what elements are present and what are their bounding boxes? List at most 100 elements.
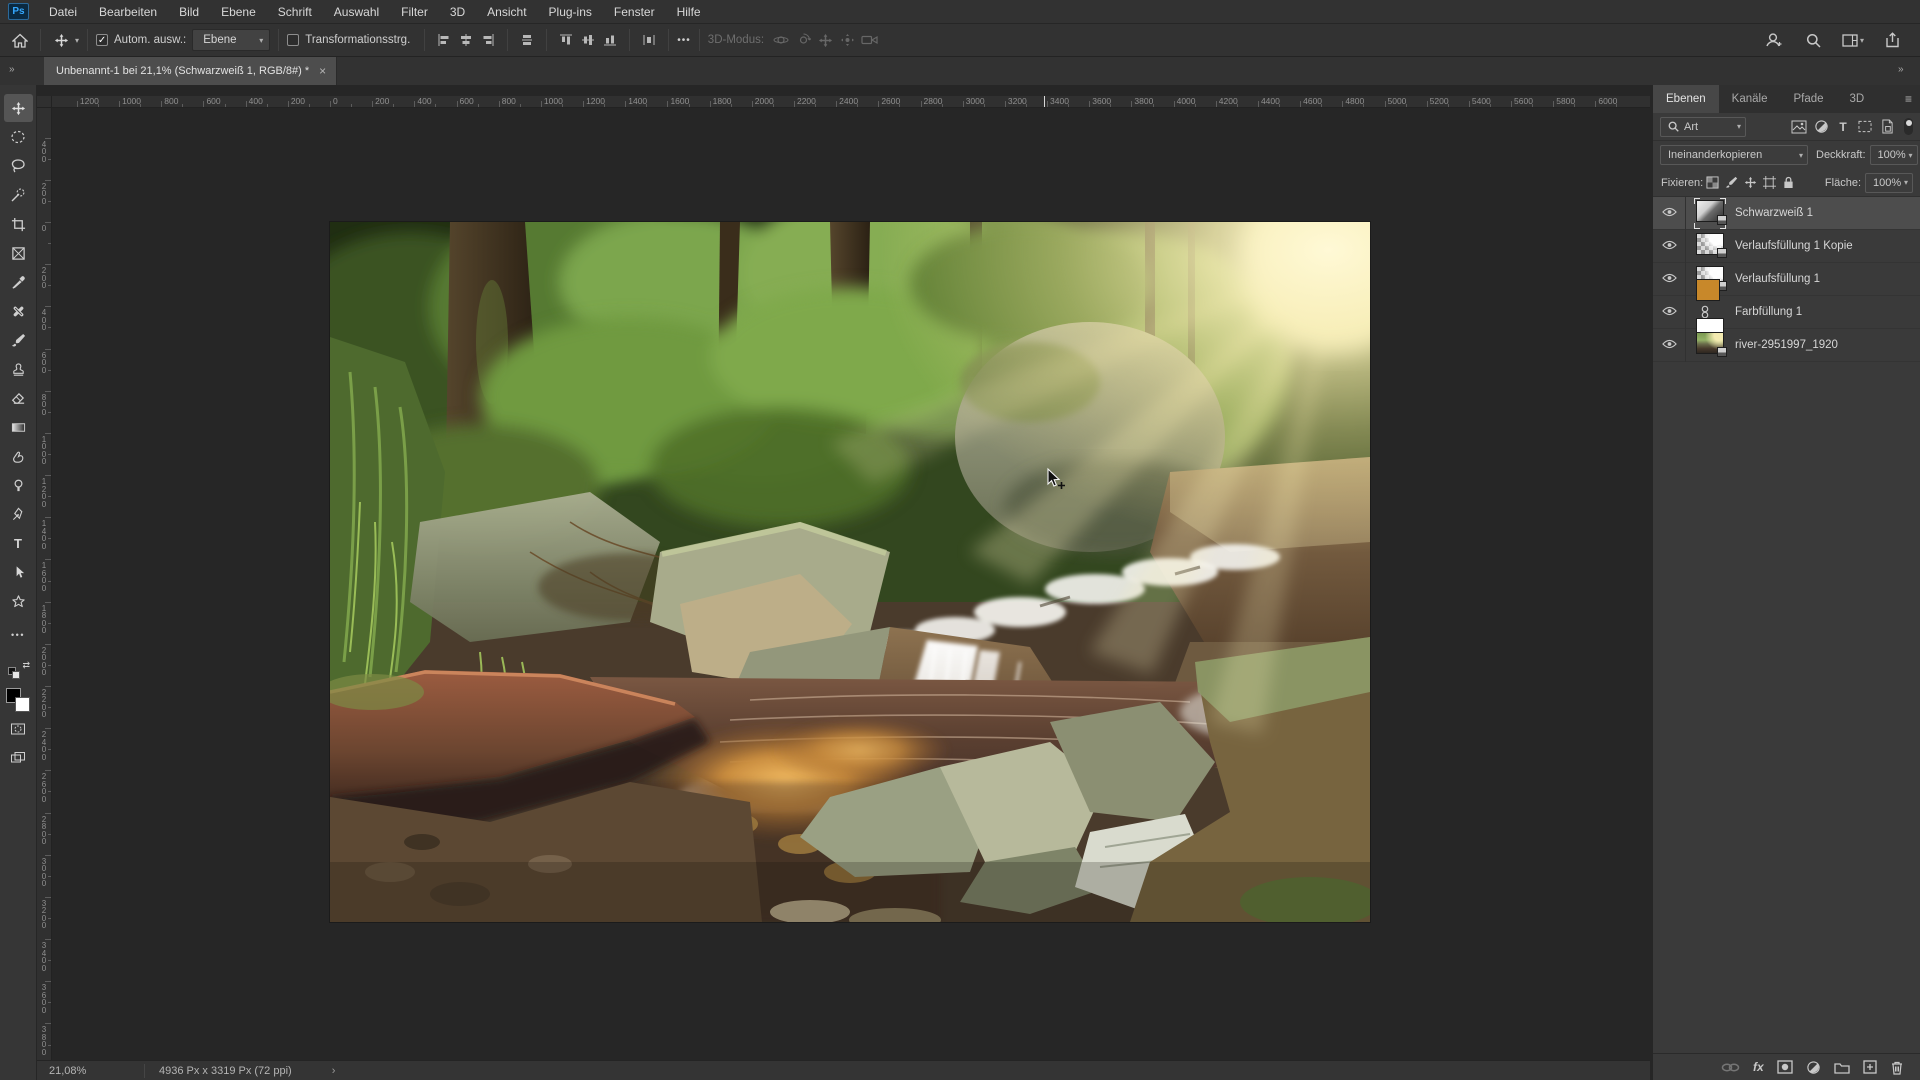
- layer-row-4[interactable]: Farbfüllung 1: [1653, 279, 1920, 340]
- lock-transparent-pixels-icon[interactable]: [1703, 176, 1722, 189]
- color-fill-thumbnail[interactable]: [1696, 279, 1720, 301]
- lasso-tool[interactable]: [4, 152, 33, 180]
- menu-item-auswahl[interactable]: Auswahl: [323, 0, 390, 24]
- align-top-icon[interactable]: [555, 29, 577, 51]
- lock-image-pixels-icon[interactable]: [1722, 176, 1741, 189]
- align-bottom-icon[interactable]: [599, 29, 621, 51]
- menu-item-ansicht[interactable]: Ansicht: [476, 0, 537, 24]
- more-tools[interactable]: •••: [4, 621, 33, 649]
- menu-item-bearbeiten[interactable]: Bearbeiten: [88, 0, 168, 24]
- layer-row-2[interactable]: Verlaufsfüllung 1 Kopie: [1653, 229, 1920, 263]
- menu-item-filter[interactable]: Filter: [390, 0, 439, 24]
- lock-artboard-icon[interactable]: [1760, 176, 1779, 189]
- share-export-icon[interactable]: [1880, 28, 1904, 52]
- layer-row-1[interactable]: Schwarzweiß 1: [1653, 196, 1920, 230]
- menu-item-hilfe[interactable]: Hilfe: [666, 0, 712, 24]
- new-adjustment-layer-icon[interactable]: [1806, 1060, 1821, 1075]
- layer-thumbnail[interactable]: [1694, 330, 1727, 361]
- layer-thumbnail[interactable]: [1694, 197, 1727, 229]
- filter-smart-objects-icon[interactable]: [1876, 119, 1898, 134]
- document-canvas[interactable]: [330, 222, 1370, 922]
- menu-item-ebene[interactable]: Ebene: [210, 0, 267, 24]
- foreground-background-color[interactable]: [4, 686, 33, 714]
- search-icon[interactable]: [1802, 28, 1826, 52]
- clone-stamp-tool[interactable]: [4, 355, 33, 383]
- menu-item-3d[interactable]: 3D: [439, 0, 476, 24]
- chevron-down-icon[interactable]: ▾: [75, 36, 79, 45]
- move-tool[interactable]: [3, 94, 33, 122]
- align-left-icon[interactable]: [433, 29, 455, 51]
- photoshop-logo[interactable]: Ps: [8, 3, 29, 20]
- panel-tab-ebenen[interactable]: Ebenen: [1653, 85, 1719, 113]
- right-dock-collapse-icon[interactable]: »: [1898, 64, 1903, 75]
- menu-item-plug-ins[interactable]: Plug-ins: [538, 0, 603, 24]
- link-layers-icon[interactable]: [1721, 1062, 1740, 1073]
- screen-mode[interactable]: [4, 744, 33, 772]
- layer-thumbnail[interactable]: [1694, 231, 1727, 262]
- filter-toggle[interactable]: [1904, 118, 1913, 135]
- delete-layer-icon[interactable]: [1890, 1060, 1904, 1075]
- pen-tool[interactable]: [4, 500, 33, 528]
- auto-select-checkbox[interactable]: ✓: [96, 34, 109, 46]
- filter-adjustment-layers-icon[interactable]: [1810, 119, 1832, 134]
- gradient-tool[interactable]: [4, 413, 33, 441]
- layer-visibility-toggle[interactable]: [1661, 237, 1677, 255]
- layer-style-icon[interactable]: fx: [1753, 1060, 1764, 1074]
- lock-all-icon[interactable]: [1779, 176, 1798, 189]
- layer-filter-dropdown[interactable]: Art ▾: [1660, 116, 1746, 137]
- type-tool[interactable]: T: [4, 529, 33, 557]
- fill-field[interactable]: 100% ▾: [1865, 172, 1913, 193]
- layer-visibility-toggle[interactable]: [1661, 270, 1677, 288]
- marquee-tool[interactable]: [4, 123, 33, 151]
- left-dock-expand-icon[interactable]: »: [9, 64, 14, 75]
- panel-tab-3d[interactable]: 3D: [1837, 85, 1878, 113]
- smudge-tool[interactable]: [4, 442, 33, 470]
- layer-visibility-toggle[interactable]: [1661, 303, 1677, 321]
- auto-select-dropdown[interactable]: Ebene ▾: [192, 29, 271, 51]
- custom-shape-tool[interactable]: [4, 587, 33, 615]
- menu-item-fenster[interactable]: Fenster: [603, 0, 666, 24]
- home-icon[interactable]: [8, 28, 32, 52]
- layer-visibility-toggle[interactable]: [1661, 336, 1677, 354]
- align-right-icon[interactable]: [477, 29, 499, 51]
- workspace-switcher[interactable]: ▾: [1842, 33, 1864, 47]
- mask-link-icon[interactable]: [1701, 305, 1719, 319]
- transform-controls-checkbox[interactable]: [287, 34, 300, 46]
- healing-brush-tool[interactable]: [4, 297, 33, 325]
- filter-shape-layers-icon[interactable]: [1854, 120, 1876, 133]
- blend-mode-dropdown[interactable]: Ineinanderkopieren ▾: [1660, 145, 1808, 165]
- share-user-icon[interactable]: [1762, 28, 1786, 52]
- status-options-chevron[interactable]: ›: [332, 1065, 336, 1077]
- swap-colors[interactable]: ⇄: [4, 657, 33, 685]
- distribute-horizontal-icon[interactable]: [516, 29, 538, 51]
- panel-tab-kan-le[interactable]: Kanäle: [1719, 85, 1781, 113]
- move-tool-preset-icon[interactable]: [49, 28, 73, 52]
- more-options-button[interactable]: •••: [677, 35, 691, 46]
- panel-menu-icon[interactable]: ≡: [1905, 93, 1912, 105]
- menu-item-schrift[interactable]: Schrift: [267, 0, 323, 24]
- menu-item-bild[interactable]: Bild: [168, 0, 210, 24]
- opacity-field[interactable]: 100% ▾: [1869, 145, 1918, 165]
- menu-item-datei[interactable]: Datei: [38, 0, 88, 24]
- frame-tool[interactable]: [4, 239, 33, 267]
- dodge-tool[interactable]: [4, 471, 33, 499]
- distribute-spacing-icon[interactable]: [638, 29, 660, 51]
- add-layer-mask-icon[interactable]: [1777, 1060, 1793, 1074]
- filter-type-layers-icon[interactable]: T: [1832, 120, 1854, 134]
- path-selection-tool[interactable]: [4, 558, 33, 586]
- new-group-icon[interactable]: [1834, 1061, 1850, 1074]
- panel-tab-pfade[interactable]: Pfade: [1780, 85, 1836, 113]
- brush-tool[interactable]: [4, 326, 33, 354]
- document-tab[interactable]: Unbenannt-1 bei 21,1% (Schwarzweiß 1, RG…: [44, 57, 338, 85]
- crop-tool[interactable]: [4, 210, 33, 238]
- ruler-origin-corner[interactable]: [37, 96, 52, 108]
- filter-pixel-layers-icon[interactable]: [1788, 120, 1810, 134]
- layer-visibility-toggle[interactable]: [1661, 204, 1677, 222]
- lock-position-icon[interactable]: [1741, 176, 1760, 189]
- close-tab-icon[interactable]: ×: [319, 64, 326, 78]
- eraser-tool[interactable]: [4, 384, 33, 412]
- zoom-level-field[interactable]: 21,08%: [49, 1065, 144, 1077]
- eyedropper-tool[interactable]: [4, 268, 33, 296]
- align-center-horizontal-icon[interactable]: [455, 29, 477, 51]
- layer-row-5[interactable]: river-2951997_1920: [1653, 328, 1920, 362]
